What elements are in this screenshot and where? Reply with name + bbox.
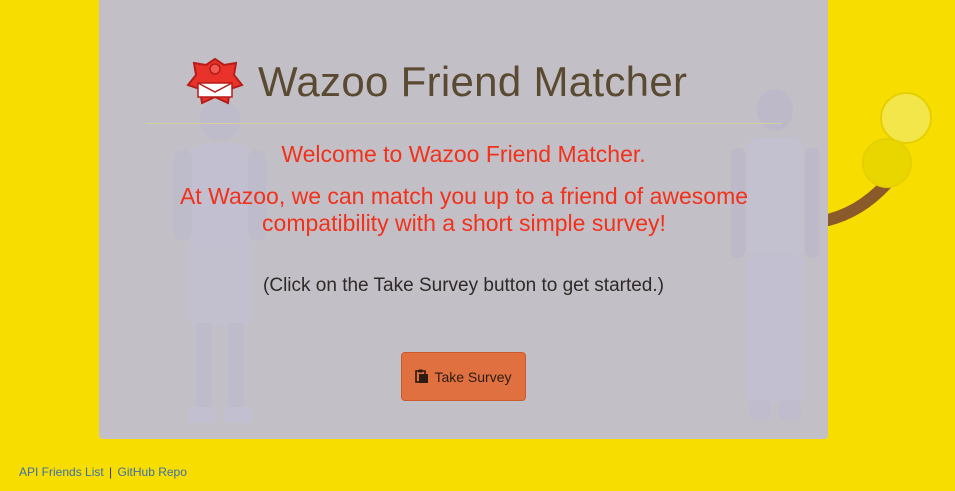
balloon-image: [862, 138, 912, 188]
welcome-text: Welcome to Wazoo Friend Matcher.: [281, 141, 646, 167]
footer-separator: |: [109, 465, 113, 479]
take-survey-label: Take Survey: [434, 368, 512, 385]
page-header: Wazoo Friend Matcher: [184, 54, 687, 110]
header-divider: [146, 123, 782, 124]
wazoo-logo-icon: [186, 57, 244, 105]
take-survey-button[interactable]: Take Survey: [401, 352, 526, 401]
pitch-text: At Wazoo, we can match you up to a frien…: [179, 183, 749, 236]
footer: API Friends List | GitHub Repo: [19, 465, 187, 479]
instruction-text: (Click on the Take Survey button to get …: [263, 275, 664, 296]
balloon-image: [880, 92, 932, 144]
page-title: Wazoo Friend Matcher: [258, 58, 688, 105]
api-friends-list-link[interactable]: API Friends List: [19, 465, 104, 479]
github-repo-link[interactable]: GitHub Repo: [118, 465, 187, 479]
clipboard-icon: [415, 369, 429, 383]
